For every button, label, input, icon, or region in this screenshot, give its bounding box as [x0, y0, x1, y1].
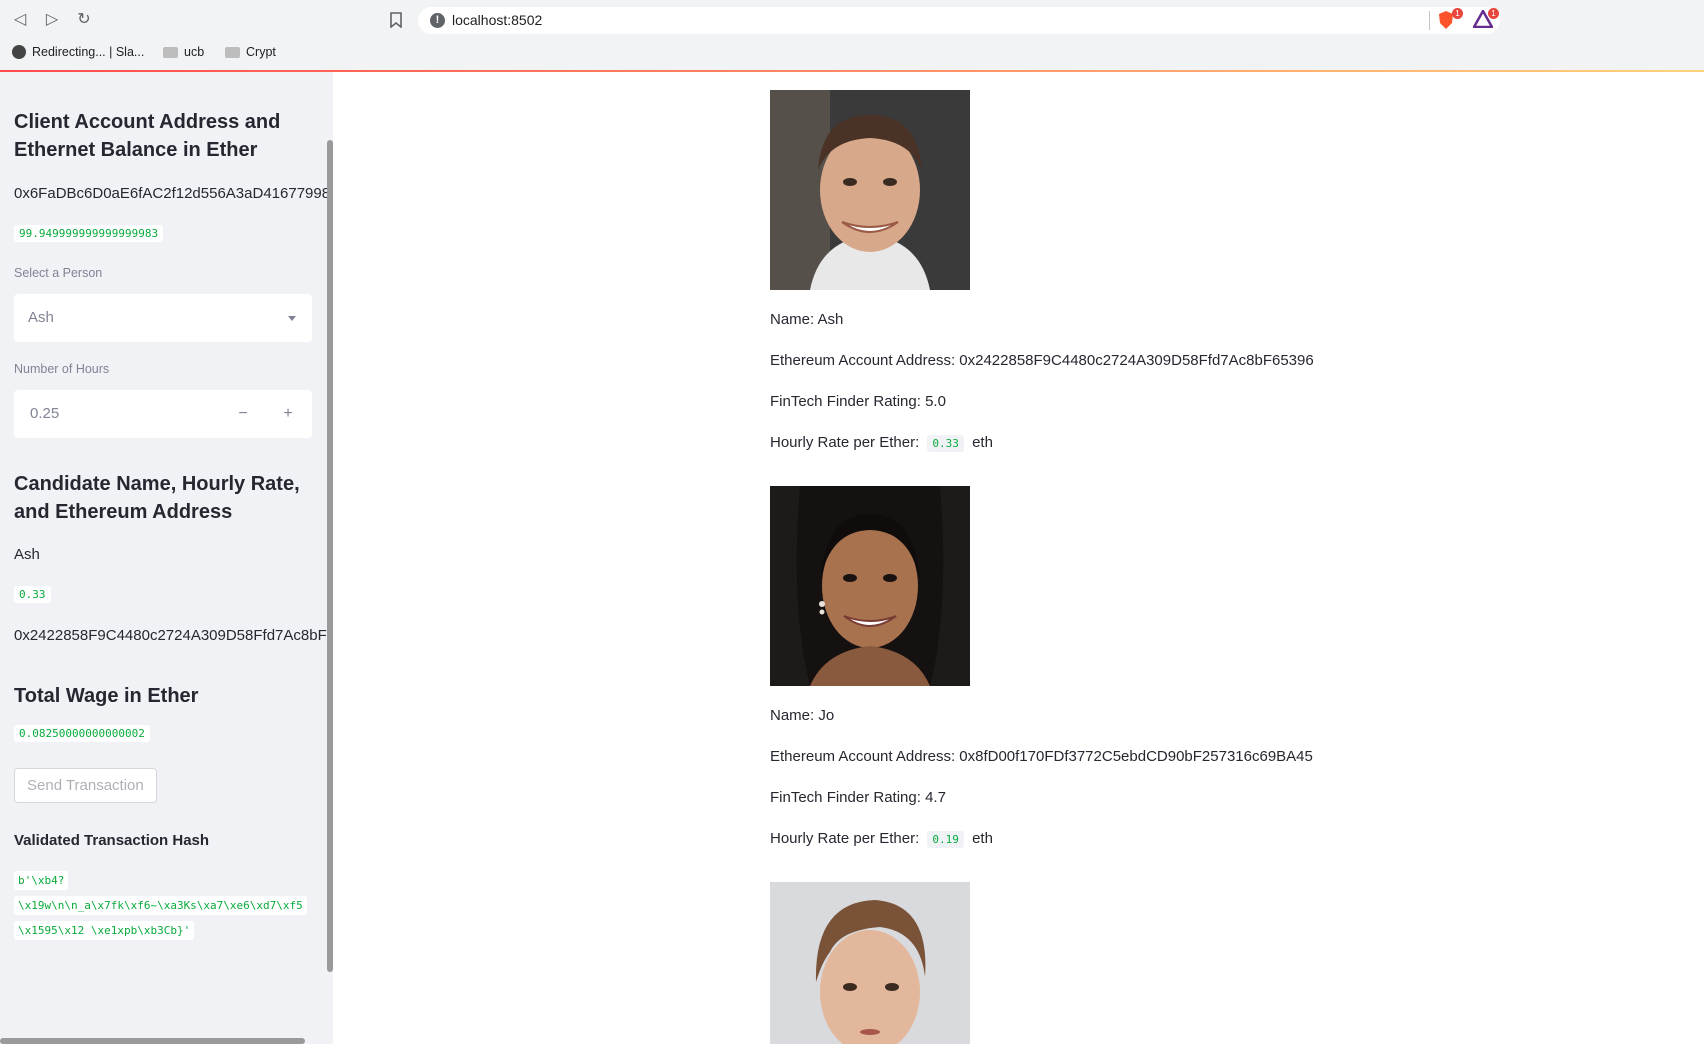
- bookmark-ucb[interactable]: ucb: [163, 45, 204, 59]
- rate-suffix: eth: [972, 830, 993, 847]
- hours-number-input[interactable]: 0.25 − +: [14, 390, 312, 438]
- folder-icon: [163, 46, 178, 58]
- shield-badge: 1: [1452, 8, 1463, 19]
- account-heading: Client Account Address and Ethernet Bala…: [14, 111, 281, 161]
- rate-prefix: Hourly Rate per Ether:: [770, 830, 920, 847]
- hours-label: Number of Hours: [14, 362, 110, 376]
- candidate-name: Name: Ash: [770, 311, 844, 328]
- candidate-rate-line: Hourly Rate per Ether: 0.19 eth: [770, 830, 993, 848]
- address-bar[interactable]: ! localhost:8502: [418, 7, 1500, 34]
- sidebar: Client Account Address and Ethernet Bala…: [0, 72, 333, 1044]
- decrement-button[interactable]: −: [230, 402, 256, 426]
- forward-icon[interactable]: ▷: [40, 8, 64, 32]
- candidate-card: Name: Jo Ethereum Account Address: 0x8fD…: [770, 486, 1470, 848]
- select-person-label: Select a Person: [14, 266, 103, 280]
- candidate-name: Ash: [14, 546, 40, 563]
- brave-rewards-icon[interactable]: 1: [1471, 8, 1499, 30]
- candidate-rate-line: Hourly Rate per Ether: 0.33 eth: [770, 434, 993, 452]
- brave-shield-icon[interactable]: 1: [1437, 8, 1463, 30]
- send-transaction-button[interactable]: Send Transaction: [14, 768, 157, 803]
- rate-value: 0.19: [927, 831, 964, 848]
- divider: [1429, 11, 1430, 30]
- main-content: Name: Ash Ethereum Account Address: 0x24…: [333, 72, 1704, 1044]
- rate-value: 0.33: [927, 435, 964, 452]
- rate-prefix: Hourly Rate per Ether:: [770, 434, 920, 451]
- wage-heading: Total Wage in Ether: [14, 685, 199, 707]
- candidate-photo: [770, 90, 970, 290]
- rate-suffix: eth: [972, 434, 993, 451]
- rewards-badge: 1: [1488, 8, 1499, 19]
- candidate-address: Ethereum Account Address: 0x2422858F9C44…: [770, 352, 1314, 369]
- hash-heading: Validated Transaction Hash: [14, 832, 210, 849]
- globe-icon: [12, 45, 26, 59]
- site-info-icon[interactable]: !: [430, 13, 445, 28]
- candidate-address: Ethereum Account Address: 0x8fD00f170FDf…: [770, 748, 1313, 765]
- bookmark-label: ucb: [184, 45, 205, 59]
- bookmark-redirecting[interactable]: Redirecting... | Sla...: [12, 45, 144, 59]
- account-address: 0x6FaDBc6D0aE6fAC2f12d556A3aD41677998Ee: [14, 185, 333, 202]
- candidate-rating: FinTech Finder Rating: 4.7: [770, 789, 946, 806]
- candidate-heading: Candidate Name, Hourly Rate, and Ethereu…: [14, 473, 300, 523]
- candidate-address: 0x2422858F9C4480c2724A309D58Ffd7Ac8bF653: [14, 627, 333, 644]
- person-select-value: Ash: [28, 309, 54, 326]
- candidate-photo: [770, 882, 970, 1044]
- hours-value[interactable]: 0.25: [30, 405, 59, 422]
- transaction-hash-value: b'\xb4? \x19w\n\n_a\x7fk\xf6~\xa3Ks\xa7\…: [14, 871, 307, 940]
- person-select[interactable]: Ash: [14, 294, 312, 342]
- increment-button[interactable]: +: [275, 402, 301, 426]
- candidate-name: Name: Jo: [770, 707, 835, 724]
- back-icon[interactable]: ◁: [8, 8, 32, 32]
- folder-icon: [225, 46, 240, 58]
- bookmark-icon[interactable]: [384, 8, 408, 32]
- candidate-photo: [770, 486, 970, 686]
- sidebar-horizontal-scrollbar[interactable]: [0, 1038, 305, 1044]
- chevron-down-icon: [288, 316, 296, 321]
- candidate-rating: FinTech Finder Rating: 5.0: [770, 393, 946, 410]
- wage-value: 0.08250000000000002: [14, 725, 150, 742]
- browser-toolbar: ◁ ▷ ↻ ! localhost:8502 1 1 Redirecting..…: [0, 0, 1704, 71]
- reload-icon[interactable]: ↻: [72, 8, 96, 32]
- bookmark-crypt[interactable]: Crypt: [225, 45, 276, 59]
- url-text: localhost:8502: [452, 12, 543, 28]
- bookmark-label: Redirecting... | Sla...: [32, 45, 145, 59]
- bookmark-label: Crypt: [246, 45, 276, 59]
- balance-value: 99.949999999999999983: [14, 225, 164, 242]
- candidate-rate: 0.33: [14, 586, 51, 603]
- candidate-card: Name: Ash Ethereum Account Address: 0x24…: [770, 90, 1470, 452]
- transaction-hash: b'\xb4? \x19w\n\n_a\x7fk\xf6~\xa3Ks\xa7\…: [14, 868, 314, 943]
- candidate-card: [770, 882, 1470, 1044]
